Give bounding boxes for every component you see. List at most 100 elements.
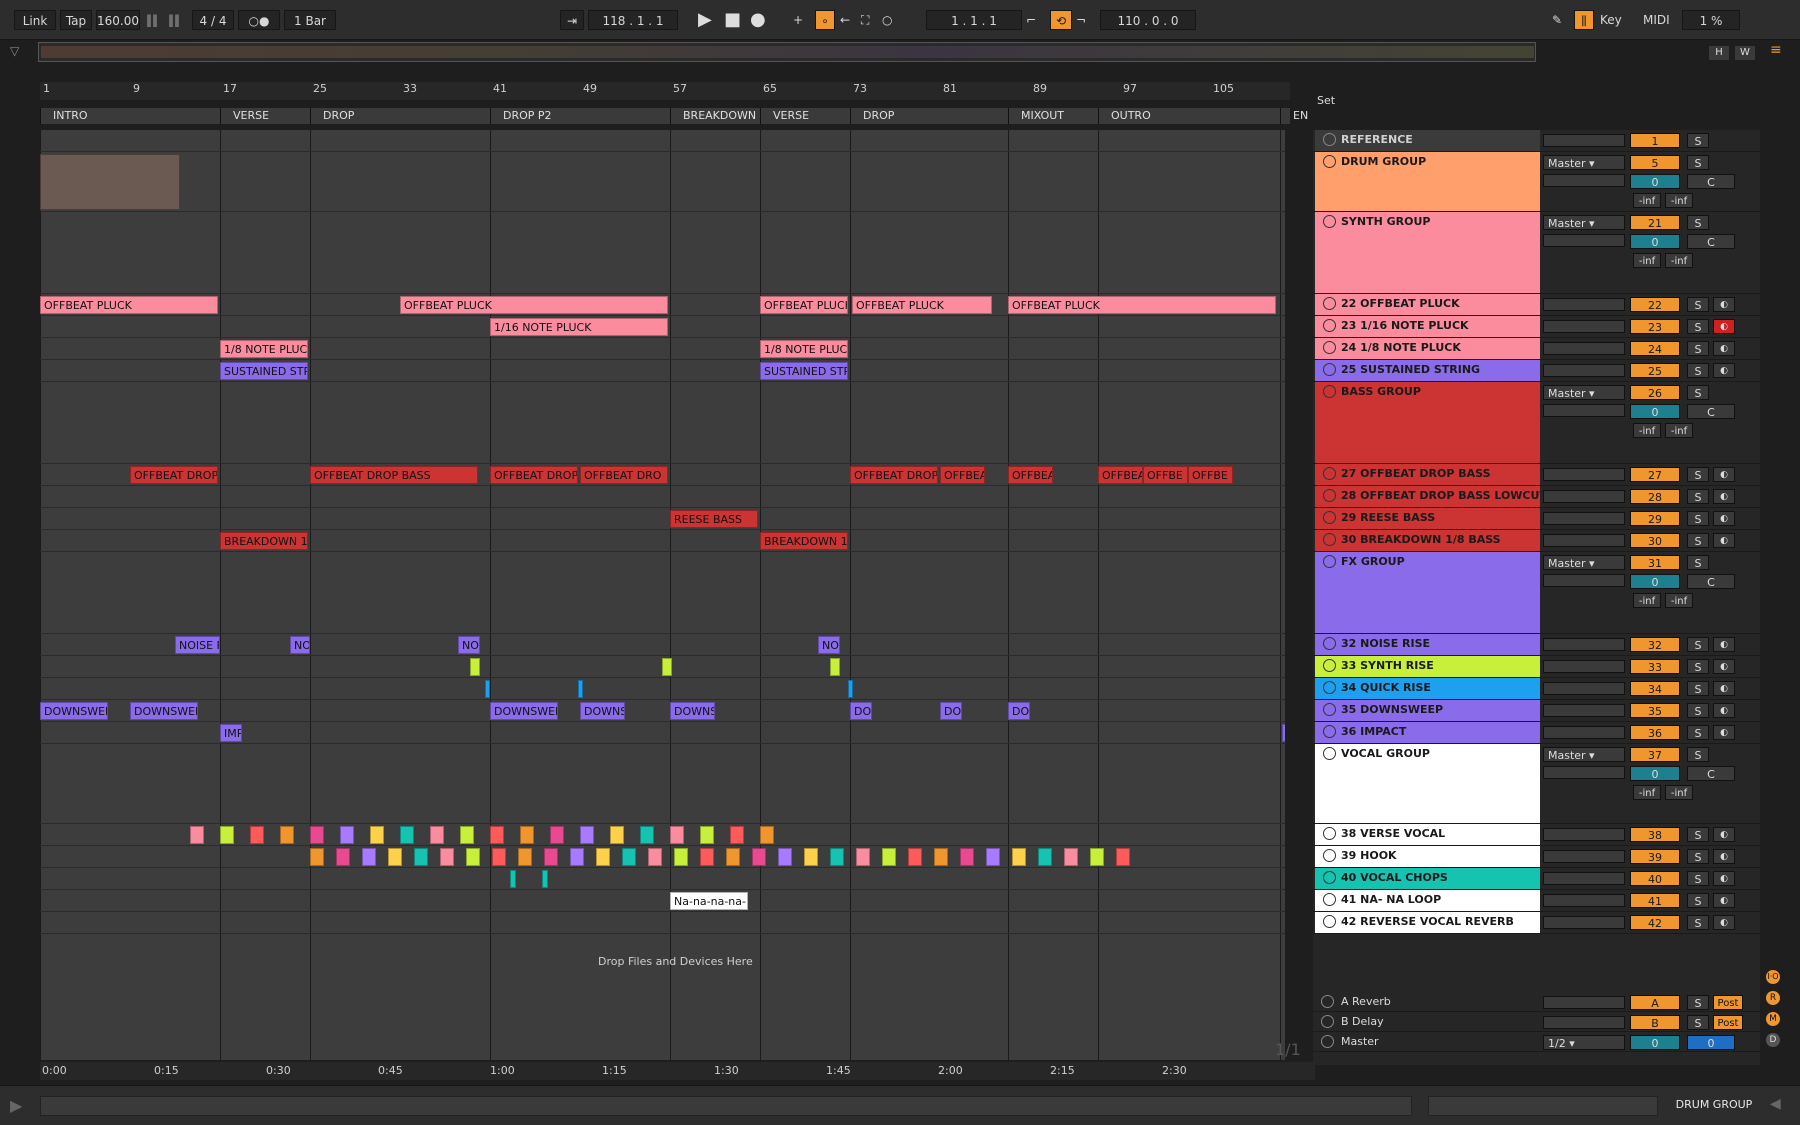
track-row-bass[interactable]: BASS GROUP Master ▾ 0 C -inf -inf 26 S — [1313, 382, 1760, 464]
locator-mixout[interactable]: MIXOUT — [1008, 108, 1098, 124]
vocal-clip[interactable] — [490, 826, 504, 844]
arrangement-clip[interactable]: DOWNS — [580, 702, 625, 720]
arm-icon[interactable]: ◐ — [1713, 659, 1735, 674]
track-activator[interactable]: 39 — [1630, 849, 1680, 864]
hook-clip[interactable] — [544, 848, 558, 866]
arm-icon[interactable]: ◐ — [1713, 637, 1735, 652]
track-row-t33[interactable]: 33 SYNTH RISE 33 S ◐ — [1313, 656, 1760, 678]
hook-clip[interactable] — [960, 848, 974, 866]
track-name-fx[interactable]: FX GROUP — [1315, 552, 1540, 633]
tap-button[interactable]: Tap — [60, 10, 92, 30]
post-button[interactable]: Post — [1713, 1015, 1743, 1030]
track-play-icon[interactable] — [1323, 133, 1336, 146]
return-track-name[interactable]: B Delay — [1341, 1015, 1384, 1028]
arm-icon[interactable]: ◐ — [1713, 871, 1735, 886]
hook-clip[interactable] — [622, 848, 636, 866]
vocal-clip[interactable] — [400, 826, 414, 844]
reenable-automation-icon[interactable]: ← — [840, 10, 858, 30]
track-name-drum[interactable]: DRUM GROUP — [1315, 152, 1540, 211]
solo-button[interactable]: S — [1687, 659, 1709, 674]
track-row-t35[interactable]: 35 DOWNSWEEP 35 S ◐ — [1313, 700, 1760, 722]
follow-icon[interactable]: ⇥ — [560, 10, 584, 30]
arrangement-clip[interactable]: NOI — [458, 636, 480, 654]
locator-drop[interactable]: DROP — [850, 108, 1008, 124]
track-activator[interactable]: 30 — [1630, 533, 1680, 548]
track-activator[interactable]: 31 — [1630, 555, 1680, 570]
vocal-clip[interactable] — [610, 826, 624, 844]
group-fold-icon[interactable] — [1323, 155, 1336, 168]
tempo-field[interactable]: 160.00 — [96, 10, 140, 30]
quantize-dropdown[interactable]: 1 Bar — [284, 10, 336, 30]
arrangement-clip[interactable]: OFFBEAT DROP — [490, 466, 578, 484]
track-activator[interactable]: 21 — [1630, 215, 1680, 230]
session-record-icon[interactable]: ○ — [882, 10, 900, 30]
draw-mode-icon[interactable]: ✎ — [1552, 10, 1568, 30]
track-name-t34[interactable]: 34 QUICK RISE — [1315, 678, 1540, 699]
vocal-clip[interactable] — [670, 826, 684, 844]
arm-icon[interactable]: ◐ — [1713, 341, 1735, 356]
solo-button[interactable]: S — [1687, 155, 1709, 170]
track-name-t35[interactable]: 35 DOWNSWEEP — [1315, 700, 1540, 721]
arm-icon[interactable]: ◐ — [1713, 915, 1735, 930]
arrangement-clip[interactable]: NOI — [818, 636, 840, 654]
output-routing-dropdown[interactable]: Master ▾ — [1543, 385, 1625, 400]
hook-clip[interactable] — [934, 848, 948, 866]
hook-clip[interactable] — [1012, 848, 1026, 866]
overdub-icon[interactable]: + — [793, 10, 811, 30]
arrangement-clip[interactable]: OFFBEAT PLUCK — [1008, 296, 1276, 314]
key-map-button[interactable]: Key — [1600, 10, 1630, 30]
arrangement-clip[interactable]: IMP — [220, 724, 242, 742]
track-lane-t34[interactable] — [40, 678, 1285, 700]
track-lane-drum[interactable] — [40, 152, 1285, 212]
track-row-t41[interactable]: 41 NA- NA LOOP 41 S ◐ — [1313, 890, 1760, 912]
input-routing-field[interactable] — [1543, 996, 1625, 1009]
track-name-t40[interactable]: 40 VOCAL CHOPS — [1315, 868, 1540, 889]
track-play-icon[interactable] — [1323, 703, 1336, 716]
track-activator[interactable]: 41 — [1630, 893, 1680, 908]
track-activator[interactable]: 27 — [1630, 467, 1680, 482]
arrangement-clip[interactable]: DOWNSWEI — [490, 702, 558, 720]
link-button[interactable]: Link — [14, 10, 56, 30]
group-fold-icon[interactable] — [1323, 215, 1336, 228]
track-activator[interactable]: 32 — [1630, 637, 1680, 652]
input-field[interactable] — [1543, 234, 1625, 247]
locator-en[interactable]: EN — [1280, 108, 1308, 124]
hook-clip[interactable] — [440, 848, 454, 866]
return-track-name[interactable]: A Reverb — [1341, 995, 1391, 1008]
arrangement-clip[interactable]: NOI — [290, 636, 310, 654]
track-lane-bass[interactable] — [40, 382, 1285, 464]
arm-icon[interactable]: ◐ — [1713, 725, 1735, 740]
arrangement-clip[interactable]: DOV — [1008, 702, 1030, 720]
track-name-bass[interactable]: BASS GROUP — [1315, 382, 1540, 463]
input-routing-field[interactable] — [1543, 850, 1625, 863]
width-toggle-button[interactable]: W — [1735, 46, 1755, 60]
solo-button[interactable]: S — [1687, 511, 1709, 526]
track-row-t38[interactable]: 38 VERSE VOCAL 38 S ◐ — [1313, 824, 1760, 846]
track-play-icon[interactable] — [1323, 363, 1336, 376]
arrangement-clip[interactable]: OFFBEAT PLUCK — [852, 296, 992, 314]
track-lane-reference[interactable] — [40, 130, 1285, 152]
solo-button[interactable]: S — [1687, 385, 1709, 400]
mixer-icon[interactable]: M — [1766, 1012, 1780, 1026]
track-name-t22[interactable]: 22 OFFBEAT PLUCK — [1315, 294, 1540, 315]
solo-button[interactable]: S — [1687, 995, 1709, 1010]
volume-field[interactable]: 0 — [1630, 234, 1680, 249]
pan-field[interactable]: C — [1687, 174, 1735, 189]
loop-start-field[interactable]: 1 . 1 . 1 — [926, 10, 1022, 30]
track-row-t27[interactable]: 27 OFFBEAT DROP BASS 27 S ◐ — [1313, 464, 1760, 486]
hook-clip[interactable] — [336, 848, 350, 866]
track-name-t23[interactable]: 23 1/16 NOTE PLUCK — [1315, 316, 1540, 337]
record-icon[interactable]: ● — [750, 10, 770, 30]
track-lane-fx[interactable] — [40, 552, 1285, 634]
track-name-t42[interactable]: 42 REVERSE VOCAL REVERB — [1315, 912, 1540, 933]
volume-field[interactable]: 0 — [1630, 404, 1680, 419]
solo-button[interactable]: S — [1687, 637, 1709, 652]
loop-switch-icon[interactable]: ⟲ — [1050, 10, 1072, 30]
input-field[interactable] — [1543, 574, 1625, 587]
track-row-synth[interactable]: SYNTH GROUP Master ▾ 0 C -inf -inf 21 S — [1313, 212, 1760, 294]
master-row[interactable]: Master 1/2 ▾ 0 0 — [1313, 1032, 1760, 1052]
input-routing-field[interactable] — [1543, 638, 1625, 651]
track-play-icon[interactable] — [1323, 915, 1336, 928]
locator-verse[interactable]: VERSE — [760, 108, 850, 124]
track-activator[interactable]: 40 — [1630, 871, 1680, 886]
